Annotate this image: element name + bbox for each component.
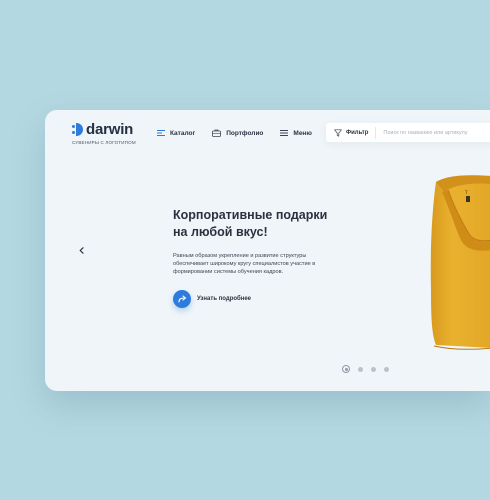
search-bar: Фильтр Поиск по названию или артикулу: [326, 123, 490, 142]
main-nav: Каталог Портфолио Меню: [157, 129, 329, 137]
hero-title-line2: на любой вкус!: [173, 225, 268, 239]
forward-arrow-icon: [177, 295, 186, 303]
divider: [375, 126, 377, 139]
filter-label: Фильтр: [346, 129, 369, 136]
nav-item-label: Меню: [293, 129, 312, 137]
darwin-logo-icon: [72, 123, 83, 136]
slider-dot-3[interactable]: [371, 366, 376, 372]
nav-item-menu[interactable]: Меню: [280, 130, 312, 137]
funnel-icon: [334, 128, 342, 137]
nav-item-portfolio[interactable]: Портфолио: [212, 129, 263, 137]
logo-text: darwin: [86, 121, 134, 138]
catalog-lines-icon: [157, 130, 165, 136]
chevron-left-icon: [79, 246, 84, 254]
logo[interactable]: darwin СУВЕНИРЫ С ЛОГОТИПОМ: [72, 121, 136, 145]
cta-circle[interactable]: [173, 290, 191, 308]
slider-dot-1[interactable]: [342, 365, 350, 373]
hero-title-line1: Корпоративные подарки: [173, 208, 328, 222]
header: darwin СУВЕНИРЫ С ЛОГОТИПОМ Каталог Порт…: [45, 110, 490, 160]
svg-text:T: T: [464, 190, 468, 195]
nav-item-label: Каталог: [170, 129, 196, 137]
slider-dot-4[interactable]: [384, 366, 389, 372]
slider-dot-2[interactable]: [358, 366, 363, 372]
hero-title: Корпоративные подарки на любой вкус!: [173, 207, 353, 241]
folded-tshirt-image: T: [430, 175, 490, 350]
learn-more-button[interactable]: Узнать подробнее: [173, 290, 251, 308]
search-input[interactable]: Поиск по названию или артикулу: [383, 130, 467, 136]
filter-button[interactable]: Фильтр: [334, 128, 369, 137]
nav-item-catalog[interactable]: Каталог: [157, 130, 195, 137]
menu-icon: [280, 130, 289, 136]
nav-item-label: Портфолио: [226, 129, 264, 137]
cta-label: Узнать подробнее: [197, 296, 252, 302]
hero-card: darwin СУВЕНИРЫ С ЛОГОТИПОМ Каталог Порт…: [45, 110, 490, 391]
slider-prev-button[interactable]: [74, 243, 88, 257]
briefcase-icon: [212, 129, 222, 137]
hero-description: Равным образом укрепление и развитие стр…: [173, 253, 316, 275]
slider-dots: [342, 365, 389, 373]
logo-tagline: СУВЕНИРЫ С ЛОГОТИПОМ: [72, 140, 136, 145]
